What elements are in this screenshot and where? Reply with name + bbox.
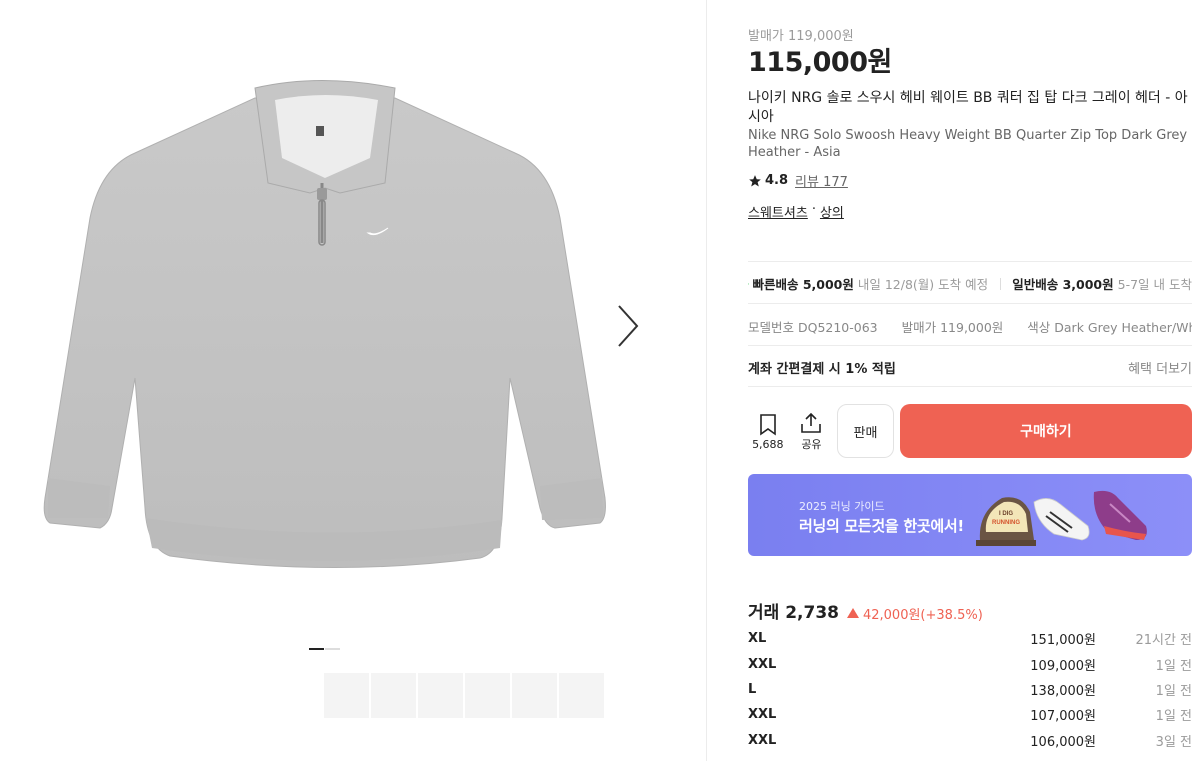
current-price: 115,000원 (748, 47, 892, 78)
thumbnail[interactable] (465, 673, 510, 718)
trade-size: XXL (748, 707, 777, 723)
bookmark-button[interactable]: 5,688 (748, 412, 788, 451)
trade-price: 151,000원 (1030, 633, 1096, 649)
trade-ago: 3일 전 (1155, 734, 1192, 750)
price-change: 42,000원(+38.5%) (846, 604, 983, 623)
share-icon (801, 412, 822, 433)
normal-shipping-label: 일반배송 3,000원 (1012, 277, 1114, 292)
trade-row: XXL 107,000원 1일 전 (748, 702, 1192, 727)
banner-subtitle: 2025 러닝 가이드 (799, 500, 885, 513)
bookmark-icon (760, 413, 776, 436)
benefit-more-link[interactable]: 혜택 더보기 (1128, 358, 1192, 377)
benefit-title: 계좌 간편결제 시 1% 적립 (748, 362, 896, 377)
fast-shipping-eta: 내일 12/8(월) 도착 예정 (857, 277, 989, 292)
product-color: 색상 Dark Grey Heather/White (1027, 320, 1192, 335)
shipping-options[interactable]: 빠른배송 5,000원 내일 12/8(월) 도착 예정 일반배송 3,000원… (748, 274, 1192, 293)
trade-size: XXL (748, 656, 777, 672)
trade-size: L (748, 681, 757, 697)
thumbnail[interactable] (559, 673, 604, 718)
banner-illustration: I DIG RUNNING (976, 490, 1147, 546)
thumbnail[interactable] (324, 673, 369, 718)
recent-trades-list: XL 151,000원 21시간 전 XXL 109,000원 1일 전 L 138,000원… (748, 626, 1192, 753)
category-separator: · (811, 202, 816, 217)
pager-indicator (325, 648, 340, 650)
trade-row: L 138,000원 1일 전 (748, 677, 1192, 702)
divider (748, 261, 1192, 262)
up-triangle-icon (846, 608, 859, 618)
trade-row: XXL 106,000원 3일 전 (748, 728, 1192, 753)
fast-shipping-label: 빠른배송 5,000원 (752, 277, 854, 292)
gallery-pager (309, 648, 341, 650)
share-label: 공유 (801, 438, 822, 451)
thumbnail[interactable] (512, 673, 557, 718)
share-button[interactable]: 공유 (792, 410, 832, 452)
divider (748, 386, 1192, 387)
trade-size: XL (748, 631, 767, 647)
divider (748, 345, 1192, 346)
banner-title: 러닝의 모든것을 한곳에서! (799, 517, 964, 535)
payment-benefit: 계좌 간편결제 시 1% 적립 혜택 더보기 (748, 358, 1192, 377)
next-image-button[interactable] (608, 300, 648, 352)
cap-text-2: RUNNING (992, 520, 1020, 526)
running-guide-banner[interactable]: 2025 러닝 가이드 러닝의 모든것을 한곳에서! I DIG RUNNING (748, 474, 1192, 556)
trade-ago: 1일 전 (1155, 683, 1192, 699)
thumbnail[interactable] (371, 673, 416, 718)
rating-score: 4.8 (765, 173, 789, 188)
lightning-icon (748, 282, 750, 285)
trade-count: 거래 2,738 (748, 603, 839, 623)
trade-row: XXL 109,000원 1일 전 (748, 651, 1192, 676)
category-breadcrumb: 스웨트셔츠 · 상의 (748, 202, 844, 221)
trade-summary: 거래 2,738 42,000원(+38.5%) (748, 598, 983, 623)
product-title-en: Nike NRG Solo Swoosh Heavy Weight BB Qua… (748, 128, 1188, 160)
trade-price: 138,000원 (1030, 683, 1096, 699)
product-meta[interactable]: 모델번호 DQ5210-063 발매가 119,000원 색상 Dark Gre… (748, 317, 1192, 336)
thumbnail-strip (324, 673, 604, 718)
divider (748, 303, 1192, 304)
bookmark-count: 5,688 (752, 437, 784, 451)
sell-button[interactable]: 판매 (837, 404, 894, 458)
trade-price: 109,000원 (1030, 658, 1096, 674)
product-title-ko: 나이키 NRG 솔로 스우시 헤비 웨이트 BB 쿼터 집 탑 다크 그레이 헤… (748, 90, 1188, 125)
review-link[interactable]: 리뷰 177 (795, 171, 848, 190)
chevron-right-icon (618, 305, 639, 347)
category-link-sweatshirt[interactable]: 스웨트셔츠 (748, 202, 808, 221)
normal-shipping-eta: 5-7일 내 도착 (1117, 277, 1192, 292)
buy-button[interactable]: 구매하기 (899, 404, 1192, 458)
rating: 4.8 리뷰 177 (748, 171, 848, 190)
trade-price: 106,000원 (1030, 734, 1096, 750)
meta-release-price: 발매가 119,000원 (901, 320, 1004, 335)
category-link-top[interactable]: 상의 (820, 202, 844, 221)
price-change-value: 42,000원(+38.5%) (862, 607, 983, 623)
model-number: 모델번호 DQ5210-063 (748, 320, 878, 335)
panel-divider (706, 0, 707, 761)
thumbnail[interactable] (418, 673, 463, 718)
purchase-actions: 5,688 공유 판매 구매하기 (748, 404, 1192, 458)
trade-ago: 1일 전 (1155, 658, 1192, 674)
pager-active-indicator (309, 648, 324, 650)
trade-size: XXL (748, 732, 777, 748)
cap-text-1: I DIG (999, 511, 1013, 517)
trade-ago: 21시간 전 (1135, 633, 1192, 649)
product-image (43, 80, 606, 568)
trade-ago: 1일 전 (1155, 709, 1192, 725)
product-gallery (0, 0, 706, 761)
trade-row: XL 151,000원 21시간 전 (748, 626, 1192, 651)
trade-price: 107,000원 (1030, 709, 1096, 725)
star-icon (749, 174, 761, 187)
